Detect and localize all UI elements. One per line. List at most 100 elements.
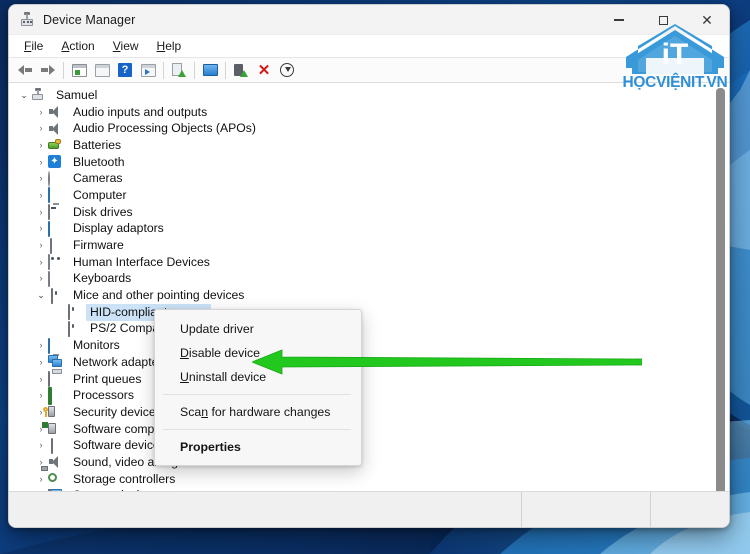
status-bar — [9, 491, 729, 527]
tree-item-human-interface-devices[interactable]: › Human Interface Devices — [9, 254, 711, 271]
chevron-right-icon[interactable]: › — [34, 141, 48, 150]
help-button[interactable]: ? — [114, 59, 136, 81]
chevron-right-icon[interactable]: › — [34, 375, 48, 384]
uninstall-device-button[interactable]: ✕ — [253, 59, 275, 81]
back-button[interactable] — [14, 59, 36, 81]
menu-view[interactable]: View — [104, 37, 148, 55]
update-driver-icon — [172, 63, 186, 77]
tree-item-bluetooth[interactable]: ›✦Bluetooth — [9, 154, 711, 171]
console-tree-icon — [72, 64, 87, 77]
chevron-right-icon[interactable]: › — [34, 241, 48, 250]
disable-device-button[interactable] — [276, 59, 298, 81]
tree-item-disk-drives[interactable]: › Disk drives — [9, 204, 711, 221]
tree-item-label: Human Interface Devices — [69, 254, 214, 271]
chevron-right-icon[interactable]: › — [34, 224, 48, 233]
chevron-right-icon[interactable]: › — [34, 208, 48, 217]
printer-icon — [48, 372, 64, 386]
tree-item-label: Firmware — [69, 237, 128, 254]
network-adapter-icon — [48, 355, 64, 369]
chevron-right-icon[interactable]: › — [34, 191, 48, 200]
mouse-icon — [65, 305, 81, 319]
chevron-right-icon[interactable]: › — [34, 174, 48, 183]
tree-item-label: Audio Processing Objects (APOs) — [69, 120, 260, 137]
chevron-down-icon[interactable]: ⌄ — [17, 91, 31, 100]
action-pane-icon — [141, 64, 156, 77]
arrow-left-icon — [17, 64, 33, 76]
properties-window-icon — [95, 64, 110, 77]
status-cell-tertiary — [651, 492, 729, 527]
vertical-scrollbar-thumb[interactable] — [716, 88, 725, 491]
arrow-right-icon — [40, 64, 56, 76]
tree-root-row[interactable]: ⌄ Samuel — [9, 87, 711, 104]
tree-item-firmware[interactable]: › Firmware — [9, 237, 711, 254]
chevron-right-icon[interactable]: › — [34, 341, 48, 350]
storage-controller-icon — [48, 472, 64, 486]
minimize-button[interactable] — [597, 5, 641, 35]
battery-icon — [48, 138, 64, 152]
chevron-right-icon[interactable]: › — [34, 475, 48, 484]
tree-item-computer[interactable]: › Computer — [9, 187, 711, 204]
context-menu-separator — [163, 394, 351, 395]
software-component-icon — [48, 422, 64, 436]
menu-file[interactable]: File — [15, 37, 52, 55]
speaker-icon — [48, 105, 64, 119]
vertical-scrollbar[interactable] — [713, 84, 728, 491]
context-menu-item-label: Scan for hardware changes — [180, 405, 330, 419]
status-cell-secondary — [522, 492, 650, 527]
tree-item-audio-processing-objects-apos[interactable]: › Audio Processing Objects (APOs) — [9, 120, 711, 137]
tree-item-mice-and-other-pointing-devices[interactable]: ⌄Mice and other pointing devices — [9, 287, 711, 304]
mouse-icon — [65, 322, 81, 336]
context-menu-item-disable-device[interactable]: Disable device — [155, 341, 361, 365]
context-menu-item-properties[interactable]: Properties — [155, 435, 361, 459]
enable-device-button[interactable] — [230, 59, 252, 81]
forward-button[interactable] — [37, 59, 59, 81]
chevron-down-icon[interactable]: ⌄ — [34, 291, 48, 300]
menu-help-label-rest: elp — [165, 39, 181, 53]
show-hide-console-tree-button[interactable] — [68, 59, 90, 81]
toolbar-separator — [63, 62, 64, 79]
maximize-button[interactable] — [641, 5, 685, 35]
title-bar: Device Manager ✕ — [9, 5, 729, 35]
enable-device-icon — [234, 63, 248, 77]
chevron-right-icon[interactable]: › — [34, 358, 48, 367]
scan-for-hardware-changes-button[interactable] — [199, 59, 221, 81]
chevron-right-icon[interactable]: › — [34, 391, 48, 400]
menu-action[interactable]: Action — [52, 37, 103, 55]
tree-item-storage-controllers[interactable]: ›Storage controllers — [9, 471, 711, 488]
chevron-right-icon[interactable]: › — [34, 274, 48, 283]
context-menu: Update driver Disable device Uninstall dev… — [154, 309, 362, 466]
display-adapter-icon — [48, 222, 64, 236]
tree-item-label: Bluetooth — [69, 154, 129, 171]
tree-item-batteries[interactable]: ›Batteries — [9, 137, 711, 154]
device-manager-icon — [19, 12, 35, 28]
context-menu-item-label: Disable device — [180, 346, 260, 360]
chevron-right-icon[interactable]: › — [34, 158, 48, 167]
keyboard-icon — [48, 272, 64, 286]
monitor-icon — [48, 188, 64, 202]
context-menu-separator — [163, 429, 351, 430]
properties-button[interactable] — [91, 59, 113, 81]
tree-item-label: Display adaptors — [69, 220, 168, 237]
tree-item-label: Disk drives — [69, 204, 137, 221]
show-hide-action-pane-button[interactable] — [137, 59, 159, 81]
tree-item-keyboards[interactable]: ›Keyboards — [9, 271, 711, 288]
security-device-icon — [48, 405, 64, 419]
tree-item-audio-inputs-and-outputs[interactable]: ›Audio inputs and outputs — [9, 104, 711, 121]
menu-help[interactable]: Help — [148, 37, 191, 55]
context-menu-item-label: Update driver — [180, 322, 254, 336]
tree-item-display-adaptors[interactable]: › Display adaptors — [9, 221, 711, 238]
context-menu-item-scan-for-hardware-changes[interactable]: Scan for hardware changes — [155, 400, 361, 424]
update-driver-button[interactable] — [168, 59, 190, 81]
context-menu-item-update-driver[interactable]: Update driver — [155, 317, 361, 341]
tree-item-cameras[interactable]: ›Cameras — [9, 170, 711, 187]
chevron-right-icon[interactable]: › — [34, 441, 48, 450]
hid-icon — [48, 255, 64, 269]
chevron-right-icon[interactable]: › — [34, 124, 48, 133]
chevron-right-icon[interactable]: › — [34, 108, 48, 117]
tree-item-label: Computer — [69, 187, 131, 204]
red-x-icon: ✕ — [258, 63, 271, 78]
context-menu-item-label: Uninstall device — [180, 370, 266, 384]
chevron-right-icon[interactable]: › — [34, 258, 48, 267]
context-menu-item-uninstall-device[interactable]: Uninstall device — [155, 365, 361, 389]
close-button[interactable]: ✕ — [685, 5, 729, 35]
